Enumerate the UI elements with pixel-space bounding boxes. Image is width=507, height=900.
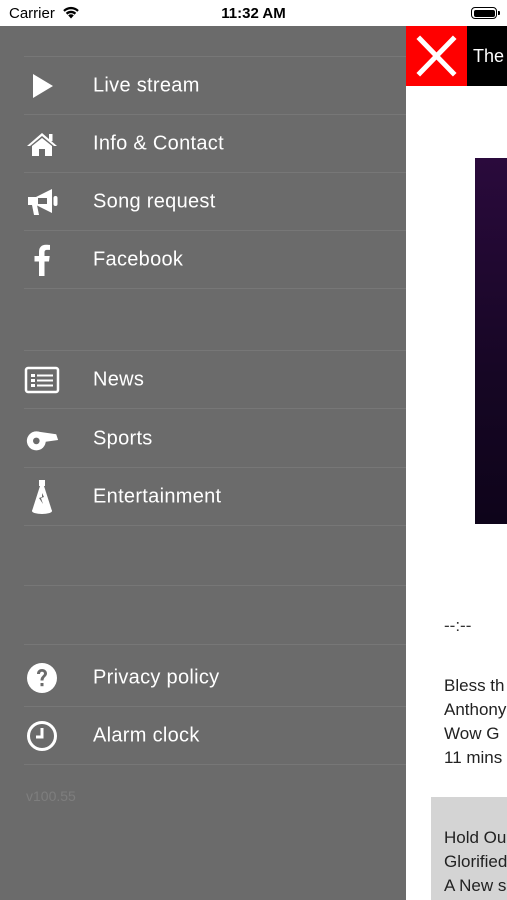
play-icon: [24, 70, 60, 102]
now-playing-info: Bless th Anthony Wow G 11 mins: [444, 674, 506, 770]
album-artwork: [475, 158, 507, 524]
menu-item-privacy-policy[interactable]: Privacy policy: [24, 649, 406, 707]
elapsed-time: --:--: [444, 616, 472, 635]
megaphone-icon: [24, 186, 60, 218]
battery-icon: [471, 7, 500, 19]
history-title: Hold Ou: [444, 828, 507, 847]
menu-item-label: Facebook: [93, 248, 184, 270]
facebook-icon: [24, 244, 60, 276]
menu-item-sports[interactable]: Sports: [24, 410, 406, 468]
menu-item-label: Entertainment: [93, 485, 222, 507]
question-icon: [24, 662, 60, 694]
now-playing-artist: Anthony: [444, 700, 507, 719]
app-version: v100.55: [26, 788, 76, 804]
history-album: A New s: [444, 876, 507, 895]
status-bar: Carrier 11:32 AM: [0, 0, 507, 26]
spotlight-icon: [24, 479, 60, 514]
menu-item-label: News: [93, 368, 145, 390]
menu-item-info-contact[interactable]: Info & Contact: [24, 115, 406, 173]
clock-icon: [24, 720, 60, 752]
home-icon: [24, 128, 60, 160]
newspaper-icon: [24, 364, 60, 396]
clock-time: 11:32 AM: [221, 5, 286, 22]
divider: [24, 644, 406, 645]
close-icon: [416, 35, 457, 77]
now-playing-time: 11 mins: [444, 748, 503, 767]
menu-item-alarm-clock[interactable]: Alarm clock: [24, 707, 406, 765]
close-button[interactable]: [406, 26, 467, 86]
menu-item-label: Song request: [93, 190, 216, 212]
menu-item-entertainment[interactable]: Entertainment: [24, 468, 406, 526]
menu-item-facebook[interactable]: Facebook: [24, 231, 406, 289]
now-playing-title: Bless th: [444, 676, 505, 695]
main-content: The --:-- Bless th Anthony Wow G 11 mins…: [406, 26, 507, 900]
menu-item-label: Live stream: [93, 74, 200, 96]
history-artist: Glorified: [444, 852, 507, 871]
now-playing-album: Wow G: [444, 724, 500, 743]
menu-item-label: Info & Contact: [93, 132, 224, 154]
history-item[interactable]: Hold Ou Glorified A New s: [431, 797, 507, 900]
whistle-icon: [24, 423, 60, 455]
menu-item-news[interactable]: News: [24, 351, 406, 409]
menu-item-label: Sports: [93, 427, 153, 449]
divider: [24, 585, 406, 586]
menu-item-label: Alarm clock: [93, 724, 200, 746]
side-drawer: Live stream Info & Contact Song request: [0, 26, 406, 900]
menu-item-song-request[interactable]: Song request: [24, 173, 406, 231]
menu-item-live-stream[interactable]: Live stream: [24, 57, 406, 115]
station-title: The: [467, 26, 507, 86]
menu-item-label: Privacy policy: [93, 666, 220, 688]
